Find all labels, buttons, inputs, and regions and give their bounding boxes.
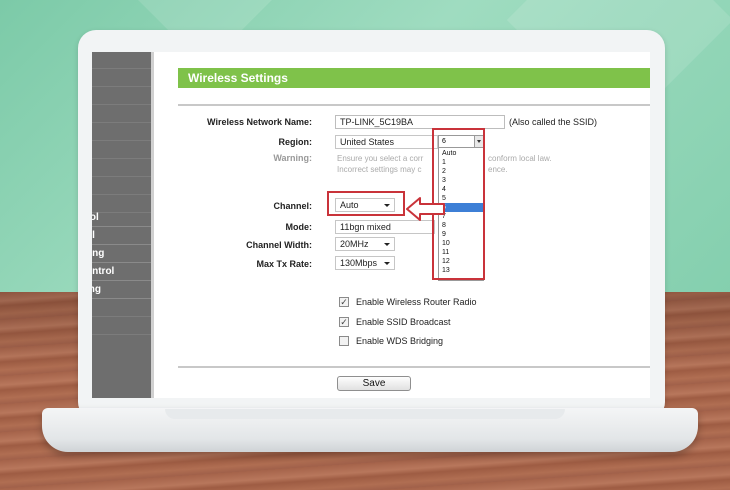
sidebar-menu: rol ol ting ontrol ing bbox=[92, 52, 151, 398]
sidebar-item-blank[interactable] bbox=[92, 142, 151, 159]
sidebar-item-label: ing bbox=[92, 284, 101, 295]
mode-select[interactable]: 11bgn mixed bbox=[335, 220, 435, 234]
header-rule bbox=[178, 104, 650, 106]
checkbox-label: Enable SSID Broadcast bbox=[356, 317, 451, 327]
sidebar-item-blank[interactable] bbox=[92, 160, 151, 177]
sidebar-item-label: ting bbox=[92, 248, 105, 259]
sidebar-item-blank[interactable] bbox=[92, 178, 151, 195]
warning-label: Warning: bbox=[273, 153, 312, 163]
sidebar-item-blank[interactable] bbox=[92, 318, 151, 335]
channel-label: Channel: bbox=[273, 201, 312, 211]
max-tx-rate-value: 130Mbps bbox=[340, 258, 378, 268]
region-label: Region: bbox=[278, 137, 313, 147]
sidebar-item-label: rol bbox=[92, 212, 99, 223]
sidebar-item-binding[interactable]: ing bbox=[92, 282, 151, 299]
region-select[interactable]: United States bbox=[335, 135, 438, 149]
laptop-hinge-notch bbox=[165, 409, 565, 419]
sidebar-item-bandwidth-control[interactable]: ontrol bbox=[92, 264, 151, 281]
check-icon: ✓ bbox=[340, 317, 348, 327]
sidebar-item-control[interactable]: rol bbox=[92, 210, 151, 227]
router-admin-screen: rol ol ting ontrol ing Wireless Settings… bbox=[92, 52, 650, 398]
warning-text-line2: Incorrect settings may c bbox=[337, 165, 422, 174]
chevron-down-icon bbox=[384, 262, 390, 265]
max-tx-rate-select[interactable]: 130Mbps bbox=[335, 256, 395, 270]
mode-value: 11bgn mixed bbox=[340, 222, 391, 232]
sidebar-item-blank[interactable] bbox=[92, 88, 151, 105]
checkbox-wireless-radio[interactable]: ✓ bbox=[339, 297, 349, 307]
checkbox-label: Enable WDS Bridging bbox=[356, 336, 444, 346]
chevron-down-icon bbox=[384, 243, 390, 246]
page-title: Wireless Settings bbox=[188, 71, 288, 85]
arrow-left-icon bbox=[406, 197, 445, 221]
checkbox-label: Enable Wireless Router Radio bbox=[356, 297, 477, 307]
sidebar-item-routing[interactable]: ting bbox=[92, 246, 151, 263]
sidebar-item-blank[interactable] bbox=[92, 106, 151, 123]
mode-label: Mode: bbox=[285, 222, 313, 232]
sidebar-divider bbox=[151, 52, 154, 398]
sidebar-item-blank[interactable] bbox=[92, 70, 151, 87]
sidebar-item-label: ol bbox=[92, 230, 95, 241]
check-icon: ✓ bbox=[340, 297, 348, 307]
region-value: United States bbox=[340, 137, 395, 147]
sidebar-item-blank[interactable] bbox=[92, 124, 151, 141]
checkbox-wds-bridging[interactable] bbox=[339, 336, 349, 346]
sidebar-item-label: ontrol bbox=[92, 266, 115, 277]
sidebar-item-blank[interactable] bbox=[92, 300, 151, 317]
section-header: Wireless Settings bbox=[178, 68, 650, 88]
ssid-note: (Also called the SSID) bbox=[509, 117, 598, 127]
channel-width-label: Channel Width: bbox=[246, 240, 312, 250]
sidebar-item-blank[interactable] bbox=[92, 52, 151, 69]
save-button[interactable]: Save bbox=[337, 376, 411, 391]
warning-text-line1-end: conform local law. bbox=[488, 154, 552, 163]
footer-rule bbox=[178, 366, 650, 368]
max-tx-rate-label: Max Tx Rate: bbox=[256, 259, 312, 269]
sidebar-item-tool[interactable]: ol bbox=[92, 228, 151, 245]
warning-text-line1: Ensure you select a corr bbox=[337, 154, 424, 163]
checkbox-ssid-broadcast[interactable]: ✓ bbox=[339, 317, 349, 327]
channel-width-value: 20MHz bbox=[340, 239, 369, 249]
warning-text-line2-end: ence. bbox=[488, 165, 508, 174]
network-name-input[interactable]: TP-LINK_5C19BA bbox=[335, 115, 505, 129]
channel-width-select[interactable]: 20MHz bbox=[335, 237, 395, 251]
network-name-label: Wireless Network Name: bbox=[207, 117, 312, 127]
channel-highlight-box bbox=[327, 191, 405, 216]
